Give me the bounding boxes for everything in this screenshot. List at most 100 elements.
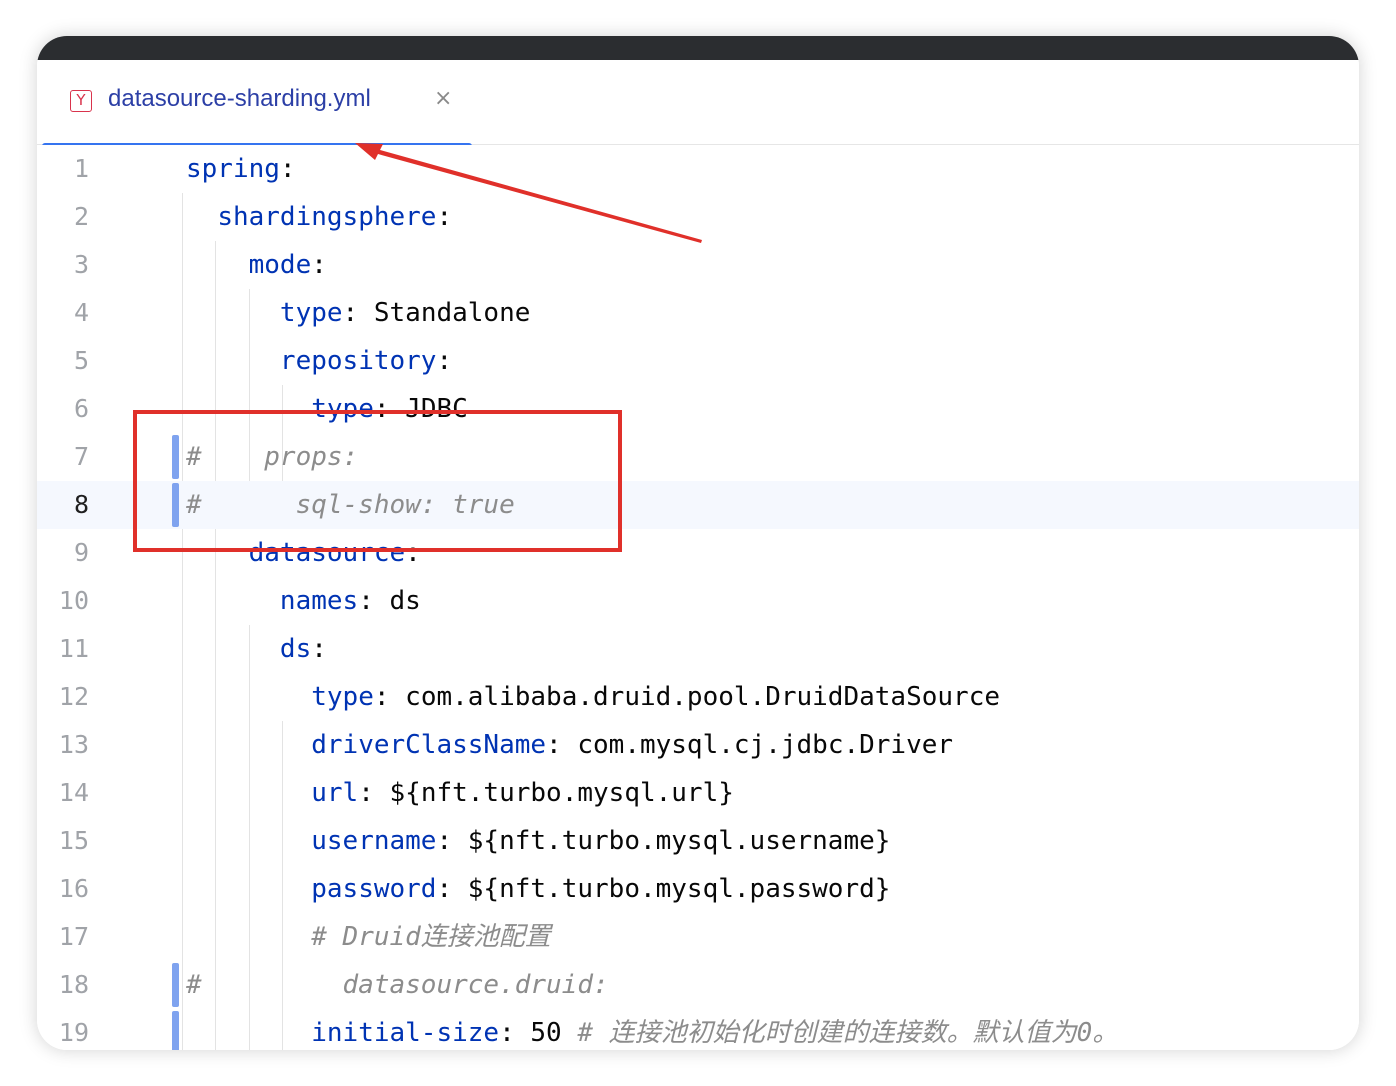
yaml-comment: # 连接池初始化时创建的连接数。默认值为0。 [577, 1018, 1119, 1048]
code-editor[interactable]: 1 spring: 2 shardingsphere: 3 mode: 4 type: … [37, 145, 1359, 1050]
code-text: # props: [186, 433, 358, 481]
yaml-value: 50 [530, 1018, 578, 1048]
tab-label: datasource-sharding.yml [108, 85, 371, 112]
code-line[interactable]: 14 url: ${nft.turbo.mysql.url} [37, 769, 1359, 817]
yaml-value: : [342, 298, 374, 328]
line-number: 14 [58, 778, 89, 807]
code-text: # datasource.druid: [186, 961, 609, 1009]
line-number: 18 [58, 970, 89, 999]
code-line[interactable]: 8 # sql-show: true [37, 481, 1359, 529]
yaml-key: url [311, 778, 359, 808]
line-number: 9 [73, 538, 89, 567]
code-text: initial-size: 50 # 连接池初始化时创建的连接数。默认值为0。 [186, 1009, 1118, 1050]
line-number: 4 [73, 298, 89, 327]
code-text: driverClassName: com.mysql.cj.jdbc.Drive… [186, 721, 953, 769]
yaml-value: : [436, 346, 453, 376]
yaml-value: : [499, 1018, 531, 1048]
code-text: spring: [186, 145, 296, 193]
yaml-value: : [436, 826, 468, 856]
yaml-value: com.mysql.cj.jdbc.Driver [577, 730, 954, 760]
line-number: 12 [58, 682, 89, 711]
close-icon[interactable]: × [434, 86, 452, 111]
code-text: names: ds [186, 577, 421, 625]
yaml-key: initial-size [311, 1018, 500, 1048]
yaml-key: driverClassName [311, 730, 547, 760]
code-text: repository: [186, 337, 452, 385]
yaml-value [186, 778, 311, 808]
yaml-value: com.alibaba.druid.pool.DruidDataSource [405, 682, 1000, 712]
code-text: password: ${nft.turbo.mysql.password} [186, 865, 890, 913]
yaml-value [186, 682, 311, 712]
vcs-change-marker[interactable] [172, 963, 179, 1007]
code-line[interactable]: 10 names: ds [37, 577, 1359, 625]
code-line[interactable]: 16 password: ${nft.turbo.mysql.password} [37, 865, 1359, 913]
vcs-change-marker[interactable] [172, 435, 179, 479]
code-line[interactable]: 15 username: ${nft.turbo.mysql.username} [37, 817, 1359, 865]
title-bar [37, 36, 1359, 60]
tab-datasource-sharding[interactable]: Y datasource-sharding.yml × [42, 60, 472, 149]
yaml-value: ${nft.turbo.mysql.password} [467, 874, 891, 904]
line-number: 10 [58, 586, 89, 615]
yaml-value [186, 730, 311, 760]
yaml-value [186, 586, 280, 616]
code-text: ds: [186, 625, 327, 673]
yaml-key: type [311, 682, 374, 712]
yaml-value: Standalone [373, 298, 531, 328]
line-number: 7 [73, 442, 89, 471]
yaml-key: ds [279, 634, 312, 664]
yaml-comment: # datasource.druid: [186, 970, 609, 1000]
code-line[interactable]: 11 ds: [37, 625, 1359, 673]
line-number: 8 [73, 490, 89, 519]
code-text: type: com.alibaba.druid.pool.DruidDataSo… [186, 673, 1000, 721]
yaml-value: : [436, 202, 453, 232]
yaml-value: : [358, 586, 390, 616]
editor-tab-bar: Y datasource-sharding.yml × [37, 60, 1359, 149]
code-line[interactable]: 12 type: com.alibaba.druid.pool.DruidDat… [37, 673, 1359, 721]
yaml-file-icon: Y [70, 90, 92, 112]
code-text: mode: [186, 241, 327, 289]
code-line[interactable]: 1 spring: [37, 145, 1359, 193]
code-line[interactable]: 17 # Druid连接池配置 [37, 913, 1359, 961]
yaml-key: spring [186, 154, 280, 184]
line-number: 1 [73, 154, 89, 183]
vcs-change-marker[interactable] [172, 483, 179, 527]
yaml-value [186, 1018, 311, 1048]
yaml-key: password [311, 874, 437, 904]
yaml-value [186, 634, 280, 664]
yaml-value [186, 346, 280, 376]
yaml-value: : [311, 634, 327, 664]
code-line[interactable]: 6 type: JDBC [37, 385, 1359, 433]
ide-window: Y datasource-sharding.yml × 1 spring: 2 sh… [37, 36, 1359, 1050]
code-line[interactable]: 9 datasource: [37, 529, 1359, 577]
yaml-key: names [279, 586, 359, 616]
line-number: 16 [58, 874, 89, 903]
yaml-value: : [279, 154, 296, 184]
line-number: 11 [58, 634, 89, 663]
code-line[interactable]: 18 # datasource.druid: [37, 961, 1359, 1009]
vcs-change-marker[interactable] [172, 1011, 179, 1050]
yaml-value: : [373, 394, 406, 424]
code-line[interactable]: 3 mode: [37, 241, 1359, 289]
yaml-value: : [358, 778, 390, 808]
yaml-key: type [279, 298, 343, 328]
yaml-value [186, 250, 249, 280]
code-text: type: JDBC [186, 385, 468, 433]
yaml-value [186, 538, 249, 568]
line-number: 5 [73, 346, 89, 375]
line-number: 17 [58, 922, 89, 951]
line-number: 13 [58, 730, 89, 759]
yaml-value: ds [389, 586, 421, 616]
yaml-value: : [405, 538, 421, 568]
code-text: type: Standalone [186, 289, 530, 337]
yaml-comment: # props: [186, 442, 359, 472]
code-line[interactable]: 7 # props: [37, 433, 1359, 481]
yaml-key: type [311, 394, 374, 424]
code-line[interactable]: 5 repository: [37, 337, 1359, 385]
code-line[interactable]: 13 driverClassName: com.mysql.cj.jdbc.Dr… [37, 721, 1359, 769]
yaml-key: shardingsphere [217, 202, 437, 232]
yaml-value [186, 874, 311, 904]
code-line[interactable]: 4 type: Standalone [37, 289, 1359, 337]
code-line[interactable]: 2 shardingsphere: [37, 193, 1359, 241]
code-line[interactable]: 19 initial-size: 50 # 连接池初始化时创建的连接数。默认值为… [37, 1009, 1359, 1050]
yaml-value [186, 298, 280, 328]
